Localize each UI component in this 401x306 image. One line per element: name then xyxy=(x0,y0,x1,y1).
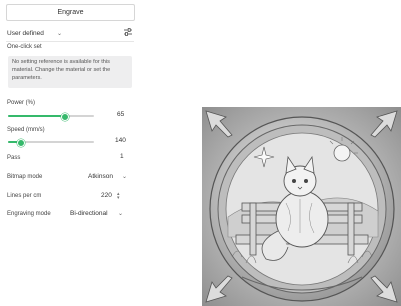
preset-value: User defined xyxy=(7,30,44,37)
speed-label: Speed (mm/s) xyxy=(7,127,45,133)
engraving-preview-image-art xyxy=(202,107,401,306)
power-slider[interactable] xyxy=(8,113,94,121)
lines-per-cm-value[interactable]: 220 xyxy=(101,192,112,199)
engraving-mode-label: Engraving mode xyxy=(7,211,51,217)
power-slider-handle[interactable] xyxy=(60,113,69,121)
power-slider-fill xyxy=(8,115,64,117)
engraving-mode-select[interactable]: Bi-directional ⌄ xyxy=(70,210,123,217)
lines-per-cm-label: Lines per cm xyxy=(7,193,42,199)
engraving-preview-image xyxy=(202,107,401,306)
bitmap-mode-label: Bitmap mode xyxy=(7,174,43,180)
bitmap-mode-value: Atkinson xyxy=(88,173,113,180)
one-click-set-title: One-click set xyxy=(7,44,42,50)
speed-slider[interactable] xyxy=(8,139,94,147)
bitmap-mode-select[interactable]: Atkinson ⌄ xyxy=(88,173,127,180)
chevron-down-icon: ⌄ xyxy=(118,211,124,217)
divider xyxy=(6,41,134,42)
power-label: Power (%) xyxy=(7,100,36,106)
sliders-icon[interactable] xyxy=(123,27,133,37)
engraving-mode-value: Bi-directional xyxy=(70,210,108,217)
chevron-down-icon: ⌄ xyxy=(122,174,128,180)
speed-value[interactable]: 140 xyxy=(115,137,126,144)
engrave-button[interactable]: Engrave xyxy=(6,4,135,21)
pass-value[interactable]: 1 xyxy=(120,153,124,160)
speed-slider-handle[interactable] xyxy=(17,139,26,147)
power-value[interactable]: 65 xyxy=(117,111,124,118)
chevron-down-icon: ⌄ xyxy=(57,31,63,37)
lines-per-cm-stepper[interactable]: ▴ ▾ xyxy=(117,192,120,201)
one-click-set-message: No setting reference is available for th… xyxy=(8,56,132,88)
preset-select[interactable]: User defined ⌄ xyxy=(7,30,62,37)
engrave-settings-panel: Engrave User defined ⌄ One-click set No … xyxy=(0,0,140,306)
pass-label: Pass xyxy=(7,155,21,161)
